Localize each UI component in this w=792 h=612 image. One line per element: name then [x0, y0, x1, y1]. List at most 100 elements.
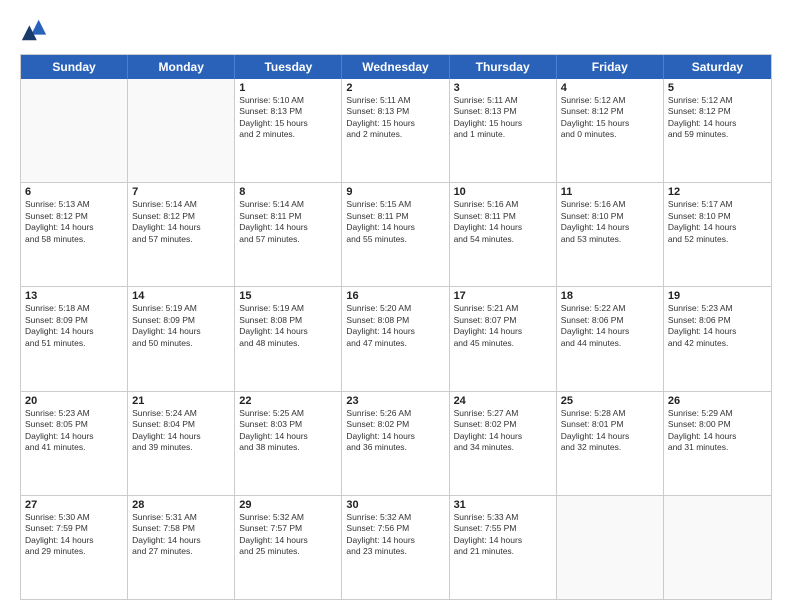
calendar-cell: 20Sunrise: 5:23 AMSunset: 8:05 PMDayligh…: [21, 392, 128, 495]
calendar-cell: 29Sunrise: 5:32 AMSunset: 7:57 PMDayligh…: [235, 496, 342, 599]
cell-line: Sunset: 8:11 PM: [454, 211, 552, 222]
cell-line: and 32 minutes.: [561, 442, 659, 453]
cell-line: Sunset: 8:13 PM: [239, 106, 337, 117]
calendar-cell: 9Sunrise: 5:15 AMSunset: 8:11 PMDaylight…: [342, 183, 449, 286]
cell-line: and 55 minutes.: [346, 234, 444, 245]
day-number: 17: [454, 290, 552, 302]
calendar-row: 1Sunrise: 5:10 AMSunset: 8:13 PMDaylight…: [21, 79, 771, 183]
cell-line: and 59 minutes.: [668, 129, 767, 140]
cell-line: and 44 minutes.: [561, 338, 659, 349]
weekday-header: Saturday: [664, 55, 771, 79]
calendar-cell: 10Sunrise: 5:16 AMSunset: 8:11 PMDayligh…: [450, 183, 557, 286]
cell-line: Sunrise: 5:16 AM: [454, 199, 552, 210]
cell-line: and 48 minutes.: [239, 338, 337, 349]
cell-line: Sunset: 8:13 PM: [346, 106, 444, 117]
cell-line: and 47 minutes.: [346, 338, 444, 349]
day-number: 20: [25, 395, 123, 407]
calendar-cell: [557, 496, 664, 599]
calendar-cell: [128, 79, 235, 182]
cell-line: Daylight: 14 hours: [668, 431, 767, 442]
calendar-cell: 18Sunrise: 5:22 AMSunset: 8:06 PMDayligh…: [557, 287, 664, 390]
cell-line: Sunset: 8:06 PM: [561, 315, 659, 326]
cell-line: and 38 minutes.: [239, 442, 337, 453]
calendar-cell: 31Sunrise: 5:33 AMSunset: 7:55 PMDayligh…: [450, 496, 557, 599]
day-number: 11: [561, 186, 659, 198]
day-number: 5: [668, 82, 767, 94]
weekday-header: Monday: [128, 55, 235, 79]
cell-line: Daylight: 14 hours: [25, 431, 123, 442]
calendar-cell: 21Sunrise: 5:24 AMSunset: 8:04 PMDayligh…: [128, 392, 235, 495]
cell-line: Sunrise: 5:19 AM: [239, 303, 337, 314]
day-number: 22: [239, 395, 337, 407]
cell-line: Sunset: 8:00 PM: [668, 419, 767, 430]
cell-line: Daylight: 14 hours: [346, 326, 444, 337]
cell-line: Daylight: 14 hours: [454, 431, 552, 442]
cell-line: Daylight: 14 hours: [668, 118, 767, 129]
calendar-cell: 30Sunrise: 5:32 AMSunset: 7:56 PMDayligh…: [342, 496, 449, 599]
cell-line: Daylight: 14 hours: [132, 431, 230, 442]
calendar-cell: 11Sunrise: 5:16 AMSunset: 8:10 PMDayligh…: [557, 183, 664, 286]
cell-line: Sunrise: 5:30 AM: [25, 512, 123, 523]
cell-line: Daylight: 14 hours: [132, 222, 230, 233]
calendar-cell: 2Sunrise: 5:11 AMSunset: 8:13 PMDaylight…: [342, 79, 449, 182]
cell-line: and 21 minutes.: [454, 546, 552, 557]
cell-line: Sunrise: 5:15 AM: [346, 199, 444, 210]
cell-line: Sunset: 7:59 PM: [25, 523, 123, 534]
day-number: 29: [239, 499, 337, 511]
day-number: 7: [132, 186, 230, 198]
cell-line: Sunset: 7:58 PM: [132, 523, 230, 534]
logo: [20, 16, 52, 44]
cell-line: Daylight: 14 hours: [25, 222, 123, 233]
calendar-row: 27Sunrise: 5:30 AMSunset: 7:59 PMDayligh…: [21, 496, 771, 599]
cell-line: and 52 minutes.: [668, 234, 767, 245]
cell-line: Sunrise: 5:29 AM: [668, 408, 767, 419]
cell-line: and 25 minutes.: [239, 546, 337, 557]
cell-line: and 2 minutes.: [239, 129, 337, 140]
cell-line: Sunset: 7:57 PM: [239, 523, 337, 534]
cell-line: and 29 minutes.: [25, 546, 123, 557]
day-number: 4: [561, 82, 659, 94]
day-number: 26: [668, 395, 767, 407]
calendar-cell: 25Sunrise: 5:28 AMSunset: 8:01 PMDayligh…: [557, 392, 664, 495]
calendar-cell: 3Sunrise: 5:11 AMSunset: 8:13 PMDaylight…: [450, 79, 557, 182]
cell-line: Daylight: 14 hours: [561, 222, 659, 233]
cell-line: Sunset: 8:12 PM: [25, 211, 123, 222]
calendar-cell: 24Sunrise: 5:27 AMSunset: 8:02 PMDayligh…: [450, 392, 557, 495]
cell-line: Sunset: 8:06 PM: [668, 315, 767, 326]
calendar-row: 13Sunrise: 5:18 AMSunset: 8:09 PMDayligh…: [21, 287, 771, 391]
cell-line: Daylight: 14 hours: [25, 535, 123, 546]
day-number: 30: [346, 499, 444, 511]
cell-line: Sunrise: 5:11 AM: [454, 95, 552, 106]
cell-line: Sunrise: 5:17 AM: [668, 199, 767, 210]
cell-line: Sunset: 8:13 PM: [454, 106, 552, 117]
cell-line: Sunset: 8:03 PM: [239, 419, 337, 430]
cell-line: Sunset: 8:09 PM: [25, 315, 123, 326]
calendar-cell: 7Sunrise: 5:14 AMSunset: 8:12 PMDaylight…: [128, 183, 235, 286]
calendar-cell: 16Sunrise: 5:20 AMSunset: 8:08 PMDayligh…: [342, 287, 449, 390]
cell-line: Daylight: 14 hours: [132, 326, 230, 337]
cell-line: and 34 minutes.: [454, 442, 552, 453]
cell-line: and 42 minutes.: [668, 338, 767, 349]
cell-line: Sunset: 8:12 PM: [132, 211, 230, 222]
calendar-cell: 28Sunrise: 5:31 AMSunset: 7:58 PMDayligh…: [128, 496, 235, 599]
cell-line: Sunrise: 5:23 AM: [668, 303, 767, 314]
cell-line: and 27 minutes.: [132, 546, 230, 557]
cell-line: Daylight: 14 hours: [346, 222, 444, 233]
cell-line: Sunrise: 5:12 AM: [561, 95, 659, 106]
cell-line: Daylight: 14 hours: [668, 326, 767, 337]
day-number: 21: [132, 395, 230, 407]
weekday-header: Wednesday: [342, 55, 449, 79]
cell-line: and 1 minute.: [454, 129, 552, 140]
day-number: 2: [346, 82, 444, 94]
cell-line: Sunrise: 5:11 AM: [346, 95, 444, 106]
cell-line: Sunrise: 5:10 AM: [239, 95, 337, 106]
cell-line: Sunrise: 5:12 AM: [668, 95, 767, 106]
cell-line: Daylight: 14 hours: [239, 326, 337, 337]
calendar-cell: 15Sunrise: 5:19 AMSunset: 8:08 PMDayligh…: [235, 287, 342, 390]
day-number: 8: [239, 186, 337, 198]
calendar-cell: [21, 79, 128, 182]
cell-line: Sunset: 8:12 PM: [561, 106, 659, 117]
day-number: 24: [454, 395, 552, 407]
cell-line: Daylight: 14 hours: [346, 431, 444, 442]
cell-line: Daylight: 15 hours: [239, 118, 337, 129]
